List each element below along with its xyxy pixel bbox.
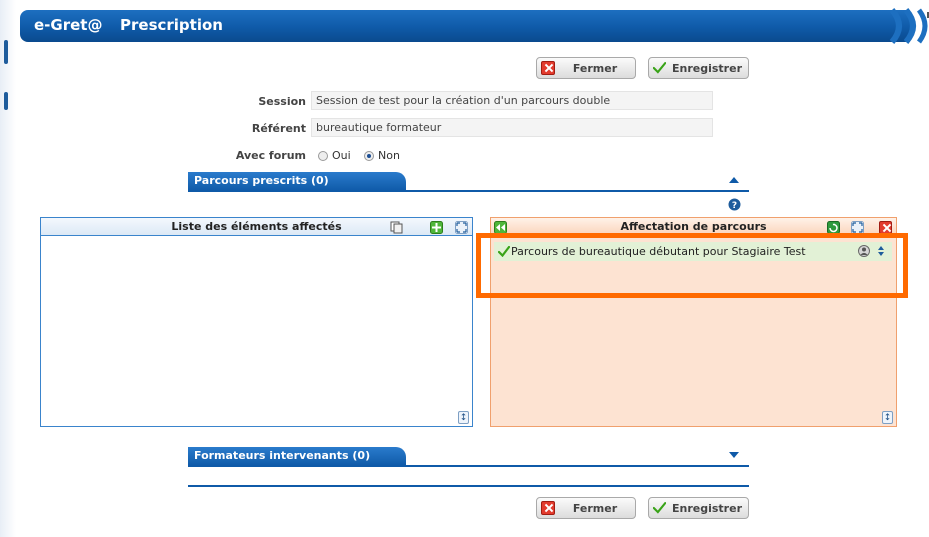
forum-option-oui[interactable]: Oui bbox=[318, 149, 351, 162]
collapse-icon[interactable] bbox=[728, 176, 740, 184]
copy-icon[interactable] bbox=[390, 221, 403, 234]
close-button-top[interactable]: Fermer bbox=[536, 57, 636, 79]
close-button-bottom[interactable]: Fermer bbox=[536, 497, 636, 519]
checkmark-icon bbox=[653, 62, 666, 74]
close-icon bbox=[541, 501, 555, 515]
highlight-frame bbox=[476, 233, 908, 298]
forum-option-non[interactable]: Non bbox=[364, 149, 400, 162]
header-bar: e-Gret@ Prescription bbox=[20, 8, 928, 44]
close-button-label: Fermer bbox=[572, 501, 618, 515]
svg-text:?: ? bbox=[732, 201, 737, 211]
section-divider bbox=[188, 190, 749, 192]
help-icon[interactable]: ? bbox=[728, 198, 741, 211]
forum-label: Avec forum bbox=[235, 149, 306, 162]
save-button-label: Enregistrer bbox=[672, 61, 742, 75]
panel-title: Affectation de parcours bbox=[620, 220, 767, 233]
close-icon bbox=[541, 61, 555, 75]
referent-label: Référent bbox=[251, 122, 306, 135]
section-title: Parcours prescrits (0) bbox=[194, 174, 329, 187]
save-button-label: Enregistrer bbox=[672, 501, 742, 515]
expand-icon[interactable] bbox=[455, 221, 468, 234]
checkmark-icon bbox=[653, 502, 666, 514]
save-button-bottom[interactable]: Enregistrer bbox=[648, 497, 749, 519]
rail-accent bbox=[4, 40, 8, 64]
assigned-elements-panel: Liste des éléments affectés ↕ bbox=[40, 217, 473, 427]
add-icon[interactable] bbox=[430, 221, 443, 234]
resize-icon[interactable]: ↕ bbox=[458, 411, 469, 424]
radio-button[interactable] bbox=[318, 150, 328, 161]
save-button-top[interactable]: Enregistrer bbox=[648, 57, 749, 79]
resize-icon[interactable]: ↕ bbox=[882, 411, 893, 424]
double-chevron-icon bbox=[889, 8, 928, 44]
footer-divider bbox=[188, 485, 749, 487]
rail-accent bbox=[4, 92, 8, 110]
session-field[interactable]: Session de test pour la création d'un pa… bbox=[311, 91, 713, 110]
left-rail bbox=[0, 0, 16, 537]
section-divider bbox=[188, 465, 749, 467]
section-tab-trainers[interactable]: Formateurs intervenants (0) bbox=[188, 447, 406, 466]
expand-section-icon[interactable] bbox=[728, 451, 740, 459]
section-title: Formateurs intervenants (0) bbox=[194, 449, 371, 462]
session-label: Session bbox=[258, 95, 306, 108]
panel-header: Liste des éléments affectés bbox=[41, 218, 472, 236]
panel-title: Liste des éléments affectés bbox=[171, 220, 342, 233]
forum-option-label: Oui bbox=[332, 149, 351, 162]
page-title: Prescription bbox=[120, 16, 223, 34]
close-button-label: Fermer bbox=[572, 61, 618, 75]
app-brand: e-Gret@ bbox=[34, 16, 103, 34]
referent-field[interactable]: bureautique formateur bbox=[311, 118, 713, 137]
radio-button-selected[interactable] bbox=[364, 150, 374, 161]
section-tab-prescribed[interactable]: Parcours prescrits (0) bbox=[188, 172, 406, 191]
forum-option-label: Non bbox=[378, 149, 400, 162]
